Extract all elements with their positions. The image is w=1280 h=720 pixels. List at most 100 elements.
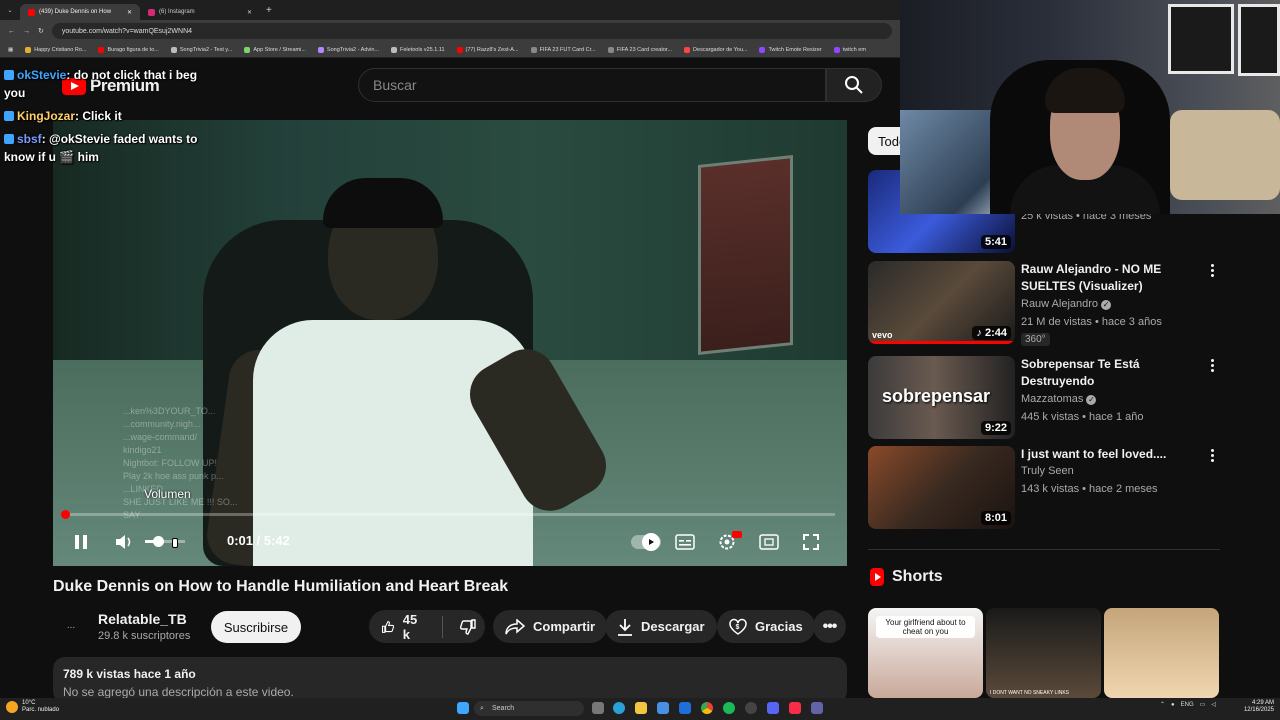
video-thumbnail[interactable]: vevo ♪ 2:44 [868, 261, 1015, 344]
volume-knob[interactable] [153, 536, 164, 547]
progress-scrubber[interactable] [61, 510, 70, 519]
bookmark-item[interactable]: Twitch Emote Resizer [759, 46, 822, 53]
search-icon [845, 76, 863, 94]
discord-icon[interactable] [767, 702, 779, 714]
taskbar-clock[interactable]: 4:29 AM 12/16/2025 [1240, 700, 1274, 714]
more-options-icon[interactable] [1204, 356, 1220, 374]
thanks-button[interactable]: $ Gracias [717, 610, 815, 643]
mail-icon[interactable] [679, 702, 691, 714]
dislike-button[interactable] [451, 610, 485, 643]
tab-instagram[interactable]: (6) Instagram ✕ [140, 4, 260, 20]
bookmark-item[interactable]: Happy Cristiano Ro... [25, 46, 86, 53]
volume-slider[interactable] [145, 540, 185, 543]
search-button[interactable] [826, 68, 882, 102]
embedded-chat-line: ...ken%3DYOUR_TO... [123, 406, 216, 416]
chat-username: okStevie [17, 68, 67, 82]
tab-list-icon[interactable]: ⌄ [0, 7, 20, 14]
channel-name[interactable]: Truly Seen [1021, 465, 1074, 477]
mute-button[interactable] [113, 531, 135, 553]
tray-chevron-icon[interactable]: ⌃ [1160, 701, 1165, 708]
more-actions-button[interactable]: ••• [813, 610, 846, 643]
chat-message: KingJozar: Click it [4, 107, 210, 125]
chat-username: sbsf [17, 132, 42, 146]
task-view-icon[interactable] [592, 702, 604, 714]
bookmark-item[interactable]: SongTrivia2 - Test y... [170, 46, 232, 53]
filter-chip-all[interactable]: Todos [868, 127, 900, 155]
channel-avatar[interactable]: ... [62, 616, 80, 634]
channel-name[interactable]: Rauw Alejandro ✓ [1021, 298, 1112, 310]
bookmark-favicon-icon [530, 46, 537, 53]
divider [442, 615, 443, 638]
bookmark-label: Twitch Emote Resizer [768, 46, 822, 53]
taskbar-search[interactable]: ⌕ Search [474, 701, 584, 716]
bookmark-item[interactable]: (77) Razz8's Zest-A... [456, 46, 519, 53]
address-bar[interactable]: youtube.com/watch?v=wamQEsuj2WNN4 [51, 23, 892, 39]
bookmark-item[interactable]: FIFA 23 Card creator... [607, 46, 672, 53]
chrome-icon[interactable] [701, 702, 713, 714]
forward-icon[interactable]: → [23, 28, 30, 35]
divider [868, 549, 1220, 550]
chat-badge-icon [4, 111, 14, 121]
photos-icon[interactable] [657, 702, 669, 714]
windows-start-icon[interactable] [457, 702, 469, 714]
description-box[interactable]: 789 k vistas hace 1 año No se agregó una… [53, 657, 847, 703]
reload-icon[interactable]: ↻ [38, 27, 44, 35]
fullscreen-button[interactable] [800, 531, 822, 553]
taskbar-search-label: Search [492, 705, 515, 712]
file-explorer-icon[interactable] [635, 702, 647, 714]
recommended-video[interactable]: vevo ♪ 2:44 Rauw Alejandro - NO ME SUELT… [868, 261, 1228, 347]
short-thumbnail[interactable]: Your girlfriend about to cheat on you [868, 608, 983, 698]
pause-button[interactable] [70, 531, 92, 553]
music-app-icon[interactable] [789, 702, 801, 714]
search-input[interactable]: Buscar [358, 68, 826, 102]
like-button[interactable]: 45 k [369, 610, 434, 643]
recommended-video[interactable]: sobrepensar 9:22 Sobrepensar Te Está Des… [868, 356, 1228, 442]
language-indicator[interactable]: ENG [1181, 702, 1194, 708]
progress-bar[interactable] [65, 513, 835, 516]
download-button[interactable]: Descargar [605, 610, 717, 643]
more-options-icon[interactable] [1204, 261, 1220, 279]
bookmark-label: Feletools v25.1.11 [400, 46, 445, 53]
channel-name[interactable]: Mazzatomas ✓ [1021, 393, 1097, 405]
obs-icon[interactable] [745, 702, 757, 714]
share-button[interactable]: Compartir [493, 610, 608, 643]
speaker-icon[interactable]: ◁ [1211, 701, 1216, 708]
hd-badge [732, 531, 742, 538]
more-options-icon[interactable] [1204, 446, 1220, 464]
tab-youtube[interactable]: (439) Duke Dennis on How ✕ [20, 4, 140, 20]
video-title[interactable]: Rauw Alejandro - NO ME SUELTES (Visualiz… [1021, 261, 1201, 295]
tray-app-icon[interactable]: ● [1171, 702, 1175, 708]
video-thumbnail[interactable]: sobrepensar 9:22 [868, 356, 1015, 439]
weather-widget[interactable]: 10°C Parc. nublado [6, 700, 59, 714]
bookmark-item[interactable]: SongTrivia2 - Advin... [317, 46, 379, 53]
subtitles-button[interactable] [674, 531, 696, 553]
spotify-icon[interactable] [723, 702, 735, 714]
channel-name[interactable]: Relatable_TB [98, 611, 187, 627]
miniplayer-button[interactable] [758, 531, 780, 553]
shorts-title: Shorts [892, 568, 943, 585]
volume-tooltip: Volumen [144, 487, 191, 501]
network-icon[interactable]: ▭ [1200, 701, 1206, 708]
bookmark-item[interactable]: Feletools v25.1.11 [391, 46, 445, 53]
bookmark-item[interactable]: twitch em [833, 46, 866, 53]
short-thumbnail[interactable]: I DONT WANT NO SNEAKY LINKS [986, 608, 1101, 698]
autoplay-play-icon[interactable] [642, 533, 660, 551]
subscribe-button[interactable]: Suscribirse [211, 611, 301, 643]
video-thumbnail[interactable]: 8:01 [868, 446, 1015, 529]
edge-icon[interactable] [613, 702, 625, 714]
video-title[interactable]: I just want to feel loved.... [1021, 446, 1201, 463]
teams-icon[interactable] [811, 702, 823, 714]
bookmark-item[interactable]: App Store / Streami... [244, 46, 306, 53]
tab-close-icon[interactable]: ✕ [247, 9, 252, 16]
new-tab-button[interactable]: + [266, 5, 272, 16]
video-title[interactable]: Sobrepensar Te Está Destruyendo [1021, 356, 1201, 390]
recommended-video[interactable]: 8:01 I just want to feel loved.... Truly… [868, 446, 1228, 532]
bookmark-item[interactable]: Burago figura de to... [98, 46, 159, 53]
settings-button[interactable] [716, 531, 742, 553]
bookmark-item[interactable]: Descargador de You... [684, 46, 747, 53]
back-icon[interactable]: ← [8, 28, 15, 35]
apps-grid-icon[interactable]: ▦ [8, 47, 13, 53]
bookmark-item[interactable]: FIFA 23 FUT Card Cr... [530, 46, 596, 53]
tab-close-icon[interactable]: ✕ [127, 9, 132, 16]
short-thumbnail[interactable] [1104, 608, 1219, 698]
